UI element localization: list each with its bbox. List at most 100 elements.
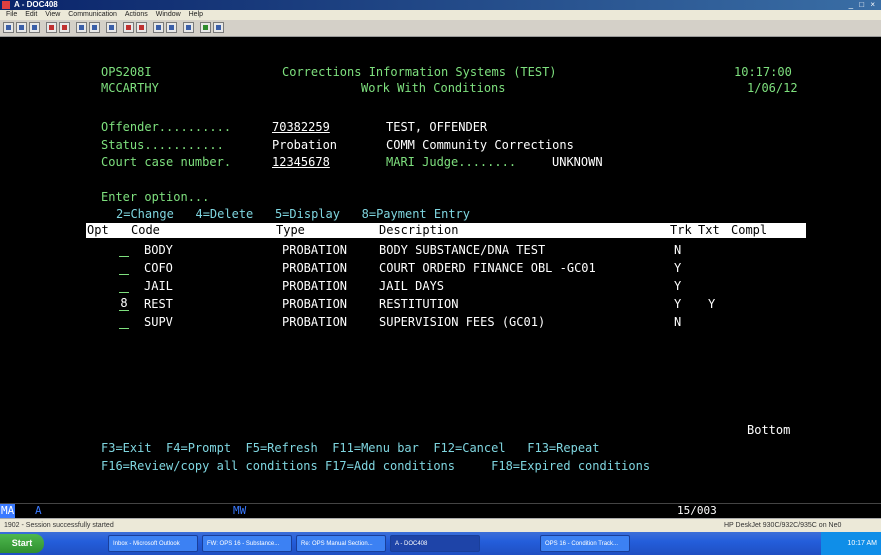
- condition-code: REST: [144, 297, 173, 311]
- menu-communication[interactable]: Communication: [68, 11, 117, 18]
- mw-indicator: MW: [233, 504, 247, 517]
- condition-code: COFO: [144, 261, 173, 275]
- case-number-label: Court case number.: [101, 155, 232, 169]
- condition-description: SUPERVISION FEES (GC01): [379, 315, 546, 329]
- menu-help[interactable]: Help: [189, 11, 203, 18]
- case-number-field[interactable]: 12345678: [272, 155, 330, 169]
- status-bar: 1902 - Session successfully started HP D…: [0, 518, 881, 533]
- condition-type: PROBATION: [282, 315, 348, 329]
- task-outlook[interactable]: Inbox - Microsoft Outlook: [108, 535, 198, 552]
- condition-trk: Y: [674, 297, 682, 311]
- color-icon[interactable]: [200, 22, 211, 33]
- menu-window[interactable]: Window: [156, 11, 181, 18]
- option-field[interactable]: [119, 315, 129, 329]
- status-value: Probation: [272, 138, 338, 152]
- offender-name: TEST, OFFENDER: [386, 120, 488, 134]
- mode-indicator: A: [35, 504, 42, 517]
- send-file-icon[interactable]: [76, 22, 87, 33]
- option-field[interactable]: [119, 243, 129, 257]
- screen-date: 1/06/12: [747, 81, 798, 95]
- ma-indicator: MA: [0, 504, 16, 518]
- function-keys-line-2: F16=Review/copy all conditions F17=Add c…: [101, 459, 651, 473]
- task-ops16-doc[interactable]: OPS 16 - Condition Track...: [540, 535, 630, 552]
- condition-type: PROBATION: [282, 297, 348, 311]
- condition-trk: Y: [674, 261, 682, 275]
- terminal-screen[interactable]: OPS208I Corrections Information Systems …: [0, 37, 881, 503]
- window-controls[interactable]: _ □ ×: [849, 0, 877, 10]
- user-id: MCCARTHY: [101, 81, 159, 95]
- column-type: Type: [276, 223, 305, 237]
- menu-edit[interactable]: Edit: [25, 11, 37, 18]
- print-icon[interactable]: [3, 22, 14, 33]
- map-icon[interactable]: [183, 22, 194, 33]
- status-label: Status...........: [101, 138, 224, 152]
- condition-type: PROBATION: [282, 261, 348, 275]
- keyboard-icon[interactable]: [106, 22, 117, 33]
- menu-view[interactable]: View: [45, 11, 60, 18]
- app-icon: [2, 1, 10, 9]
- condition-description: COURT ORDERD FINANCE OBL -GC01: [379, 261, 596, 275]
- enter-option-label: Enter option...: [101, 190, 210, 204]
- screen-time: 10:17:00: [734, 65, 792, 79]
- table-header: Opt Code Type Description Trk Txt Compl: [86, 223, 806, 238]
- column-compl: Compl: [731, 223, 768, 237]
- column-trk: Trk: [670, 223, 692, 237]
- condition-type: PROBATION: [282, 243, 348, 257]
- condition-trk: Y: [674, 279, 682, 293]
- condition-description: RESTITUTION: [379, 297, 459, 311]
- title-bar: A - DOC408 _ □ ×: [0, 0, 881, 10]
- toolbar: [0, 20, 881, 37]
- window-title: A - DOC408: [14, 0, 58, 9]
- condition-type: PROBATION: [282, 279, 348, 293]
- condition-description: JAIL DAYS: [379, 279, 445, 293]
- system-tray-clock: 10:17 AM: [821, 532, 881, 555]
- column-opt: Opt: [87, 223, 109, 237]
- menu-file[interactable]: File: [6, 11, 17, 18]
- system-title: Corrections Information Systems (TEST): [282, 65, 557, 79]
- start-button[interactable]: Start: [0, 534, 44, 553]
- operator-info-area: MA A MW 15/003: [0, 503, 881, 518]
- task-fw-email[interactable]: FW: OPS 16 - Substance...: [202, 535, 292, 552]
- cursor-position: 15/003: [677, 504, 717, 517]
- task-re-email[interactable]: Re: OPS Manual Section...: [296, 535, 386, 552]
- screen-title: Work With Conditions: [361, 81, 506, 95]
- offender-field[interactable]: 70382259: [272, 120, 330, 134]
- condition-code: JAIL: [144, 279, 173, 293]
- taskbar: Start Inbox - Microsoft Outlook FW: OPS …: [0, 532, 881, 555]
- condition-description: BODY SUBSTANCE/DNA TEST: [379, 243, 546, 257]
- disconnect-icon[interactable]: [59, 22, 70, 33]
- offender-label: Offender..........: [101, 120, 232, 134]
- condition-trk: N: [674, 243, 682, 257]
- condition-txt: Y: [708, 297, 716, 311]
- option-field[interactable]: [119, 261, 129, 275]
- program-id: OPS208I: [101, 65, 152, 79]
- option-field[interactable]: 8: [119, 297, 129, 311]
- task-doc408[interactable]: A - DOC408: [390, 535, 480, 552]
- condition-code: BODY: [144, 243, 173, 257]
- status-message: 1902 - Session successfully started: [4, 522, 114, 529]
- printer-status: HP DeskJet 930C/932C/935C on Ne0: [724, 522, 842, 529]
- menu-bar: File Edit View Communication Actions Win…: [0, 10, 881, 20]
- option-field[interactable]: [119, 279, 129, 293]
- condition-trk: N: [674, 315, 682, 329]
- status-description: COMM Community Corrections: [386, 138, 574, 152]
- column-code: Code: [131, 223, 160, 237]
- paste-icon[interactable]: [29, 22, 40, 33]
- column-description: Description: [379, 223, 459, 237]
- display-icon[interactable]: [153, 22, 164, 33]
- connect-icon[interactable]: [46, 22, 57, 33]
- record-macro-icon[interactable]: [123, 22, 134, 33]
- menu-actions[interactable]: Actions: [125, 11, 148, 18]
- function-keys-line-1: F3=Exit F4=Prompt F5=Refresh F11=Menu ba…: [101, 441, 600, 455]
- pencil-icon[interactable]: [213, 22, 224, 33]
- play-macro-icon[interactable]: [136, 22, 147, 33]
- condition-code: SUPV: [144, 315, 173, 329]
- setup-icon[interactable]: [166, 22, 177, 33]
- copy-icon[interactable]: [16, 22, 27, 33]
- judge-value: UNKNOWN: [552, 155, 603, 169]
- judge-label: MARI Judge........: [386, 155, 517, 169]
- option-legend: 2=Change 4=Delete 5=Display 8=Payment En…: [116, 207, 471, 221]
- receive-file-icon[interactable]: [89, 22, 100, 33]
- bottom-indicator: Bottom: [747, 423, 791, 437]
- column-txt: Txt: [698, 223, 720, 237]
